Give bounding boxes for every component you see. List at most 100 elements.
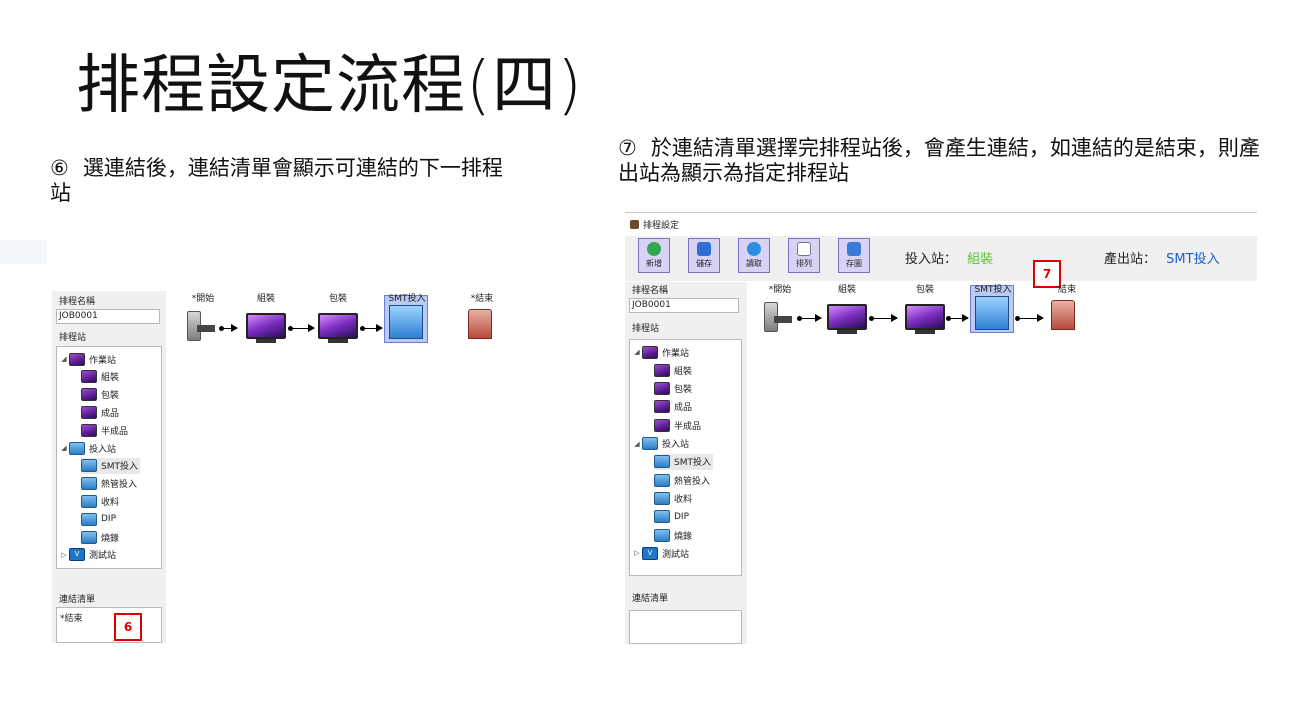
tree-item[interactable]: ◢ 投入站 (632, 436, 689, 452)
tree-item-label: 組裝 (101, 373, 120, 384)
input-station-icon (81, 459, 97, 473)
flow-node[interactable]: 組裝 (827, 282, 867, 337)
tree-item[interactable]: 組裝 (654, 362, 692, 378)
link-list[interactable] (629, 610, 742, 644)
flow-node-start[interactable]: *開始 (760, 282, 800, 337)
station-label: 排程站 (59, 333, 87, 343)
node-label: 結束 (1057, 285, 1076, 295)
tree-item-label: 半成品 (101, 426, 129, 437)
tree-item[interactable]: 燒錄 (81, 529, 119, 545)
expand-arrow-icon[interactable]: ▷ (59, 551, 69, 559)
tree-item[interactable]: 包裝 (654, 381, 692, 397)
save-image-button[interactable]: 存圖 (838, 238, 870, 273)
flow-node[interactable]: 包裝 (905, 282, 945, 337)
flow-node-selected[interactable]: SMT投入 (387, 291, 427, 346)
node-label: 包裝 (915, 285, 934, 295)
flow-diagram: *開始 組裝 包裝 SMT投入 結束 (755, 282, 1085, 342)
tree-item[interactable]: 成品 (81, 404, 119, 420)
node-label: SMT投入 (388, 294, 426, 304)
tree-item[interactable]: ◢ 作業站 (59, 351, 116, 367)
window-titlebar: 排程設定 (625, 212, 1257, 236)
caption-step-6: ⑥ 選連結後，連結清單會顯示可連結的下一排程站 (50, 156, 520, 206)
tree-item-label: 燒錄 (101, 533, 120, 544)
tree-item-label: 測試站 (662, 549, 690, 560)
tree-item[interactable]: ▷ V 測試站 (59, 547, 116, 563)
monitor-icon (81, 423, 97, 437)
tree-item[interactable]: 熱管投入 (654, 472, 710, 488)
node-label: 組裝 (256, 294, 275, 304)
keyboard-icon (774, 316, 792, 323)
collapse-arrow-icon[interactable]: ◢ (632, 348, 642, 356)
collapse-arrow-icon[interactable]: ◢ (59, 444, 69, 452)
flow-node-end[interactable]: *結束 (462, 291, 498, 346)
tree-item[interactable]: 燒錄 (654, 527, 692, 543)
flow-arrow (1015, 314, 1044, 322)
toolbar: 新增 儲存 讀取 排列 存圖 投入站： 組裝 產出站： SMT投入 (625, 236, 1257, 281)
input-station-icon (654, 528, 670, 542)
tree-item[interactable]: DIP (81, 511, 116, 527)
monitor-stand-icon (328, 339, 348, 343)
tree-item[interactable]: 半成品 (654, 417, 701, 433)
add-button[interactable]: 新增 (638, 238, 670, 273)
flow-arrow (797, 314, 822, 322)
load-button[interactable]: 讀取 (738, 238, 770, 273)
tree-item[interactable]: ▷ V 測試站 (632, 545, 689, 561)
link-list[interactable]: *結束 (56, 607, 162, 643)
tree-item[interactable]: 組裝 (81, 369, 119, 385)
tree-item[interactable]: SMT投入 (654, 453, 713, 470)
flow-arrow (288, 324, 315, 332)
name-label: 排程名稱 (59, 297, 96, 307)
tree-item[interactable]: ◢ 作業站 (632, 344, 689, 360)
tree-item-label: 作業站 (89, 355, 117, 366)
link-list-item[interactable]: *結束 (60, 611, 83, 624)
station-tree[interactable]: ◢ 作業站組裝包裝 成品半成品 ◢ 投入站 SMT投入熱管投入 收料 DIP 燒錄 ▷ V 測試站 (56, 346, 162, 569)
name-input[interactable]: JOB0001 (629, 298, 739, 313)
tree-item[interactable]: 成品 (654, 399, 692, 415)
tree-item[interactable]: ◢ 投入站 (59, 440, 116, 456)
node-label: 包裝 (328, 294, 347, 304)
tree-item[interactable]: 收料 (654, 490, 692, 506)
collapse-arrow-icon[interactable]: ◢ (59, 355, 69, 363)
button-label: 新增 (646, 259, 662, 268)
input-station-icon (654, 491, 670, 505)
monitor-icon (654, 363, 670, 377)
tree-item-label: 燒錄 (674, 531, 693, 542)
input-station-icon (81, 477, 97, 491)
tree-item[interactable]: SMT投入 (81, 457, 140, 474)
input-station-icon (69, 441, 85, 455)
warehouse-icon (468, 309, 492, 339)
flow-node-selected[interactable]: SMT投入 (973, 282, 1013, 337)
flow-node[interactable]: 包裝 (318, 291, 358, 346)
expand-arrow-icon[interactable]: ▷ (632, 549, 642, 557)
tree-item[interactable]: DIP (654, 509, 689, 525)
collapse-arrow-icon[interactable]: ◢ (632, 440, 642, 448)
flow-node-end[interactable]: 結束 (1047, 282, 1081, 337)
name-input[interactable]: JOB0001 (56, 309, 160, 324)
flow-node[interactable]: 組裝 (246, 291, 286, 346)
monitor-icon (654, 400, 670, 414)
tree-item[interactable]: 熱管投入 (81, 476, 137, 492)
station-tree[interactable]: ◢ 作業站組裝包裝成品半成品 ◢ 投入站 SMT投入熱管投入收料 DIP 燒錄 ▷ V 測試站 (629, 339, 742, 576)
node-label: *開始 (768, 285, 792, 295)
tree-item-label: 半成品 (674, 421, 702, 432)
input-station-value: 組裝 (967, 252, 994, 267)
right-sidebar: 排程名稱 JOB0001 排程站 ◢ 作業站 組裝 包裝 成品 半成品 ◢ 投入站 SMT投入熱… (625, 282, 747, 644)
flow-diagram: *開始 組裝 包裝 SMT投入 *結束 (178, 291, 502, 351)
monitor-icon (81, 370, 97, 384)
save-button[interactable]: 儲存 (688, 238, 720, 273)
decorative-strip (0, 240, 47, 264)
left-screenshot: 排程名稱 JOB0001 排程站 ◢ 作業站 組裝 包裝 成品 半成品 ◢ 投入站 SMT投入熱… (52, 291, 502, 643)
flow-arrow (219, 324, 238, 332)
input-station-icon (654, 455, 670, 469)
flow-node-start[interactable]: *開始 (183, 291, 223, 346)
tree-item[interactable]: 收料 (81, 493, 119, 509)
left-sidebar: 排程名稱 JOB0001 排程站 ◢ 作業站組裝包裝 成品半成品 ◢ 投入站 SMT投入熱… (52, 291, 166, 643)
tree-item[interactable]: 包裝 (81, 387, 119, 403)
output-station-info: 產出站： SMT投入 (1104, 248, 1220, 267)
button-label: 存圖 (846, 259, 862, 268)
step-badge: 6 (114, 613, 142, 641)
list-icon (797, 242, 811, 256)
arrange-button[interactable]: 排列 (788, 238, 820, 273)
tree-item-label: 組裝 (674, 366, 693, 377)
tree-item[interactable]: 半成品 (81, 422, 128, 438)
